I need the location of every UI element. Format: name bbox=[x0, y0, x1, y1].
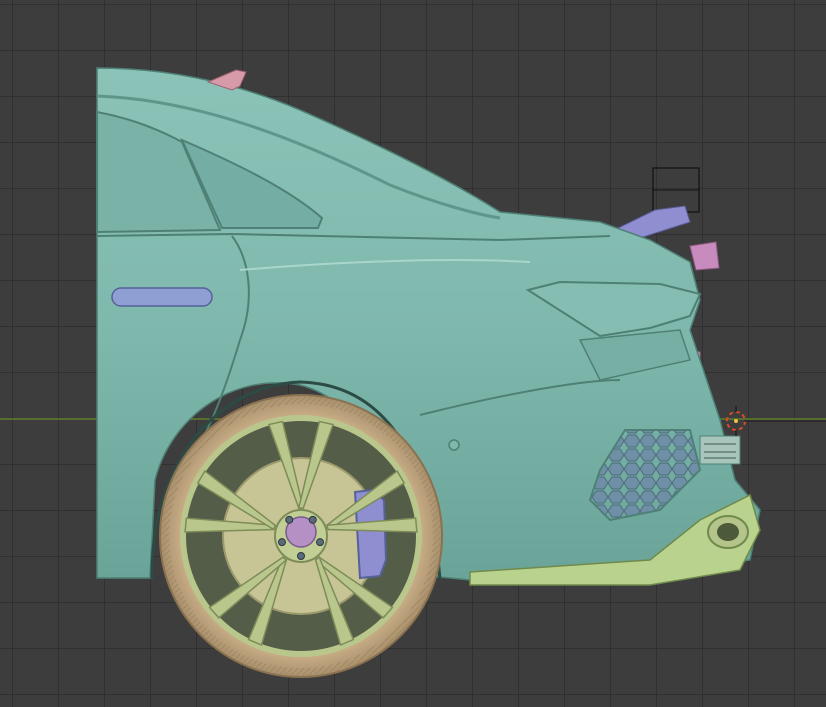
3d-cursor-icon[interactable] bbox=[726, 406, 826, 436]
sensor-dot bbox=[448, 439, 460, 451]
car-model-render[interactable] bbox=[0, 0, 826, 707]
exhaust-tip-upper bbox=[689, 241, 720, 271]
lug-nut bbox=[277, 538, 286, 547]
lug-nut bbox=[285, 515, 294, 524]
lug-nut bbox=[297, 552, 305, 560]
3d-viewport[interactable] bbox=[0, 0, 826, 707]
lug-nut bbox=[308, 515, 317, 524]
door-handle bbox=[111, 287, 213, 307]
lug-nut bbox=[316, 538, 325, 547]
exhaust-tip-inner bbox=[717, 523, 739, 541]
license-plate-area bbox=[699, 435, 741, 465]
